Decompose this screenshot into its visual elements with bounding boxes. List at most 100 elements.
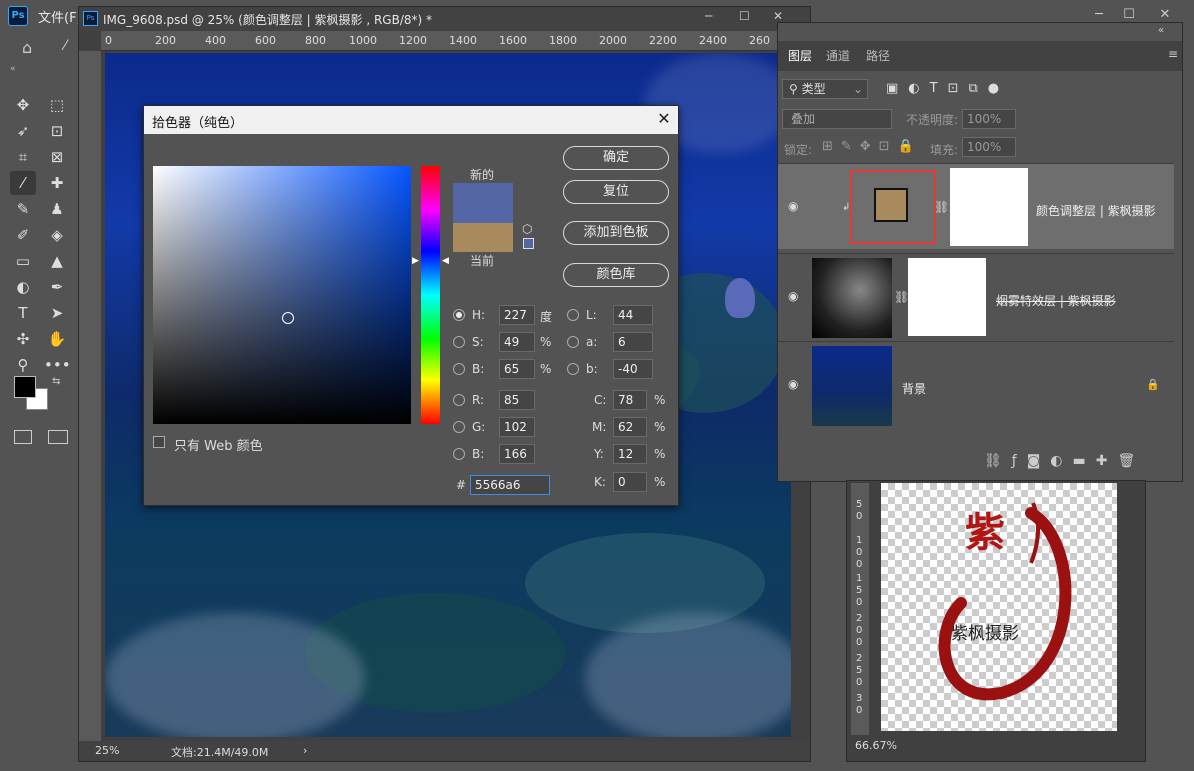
crop-tool-icon[interactable]: ⌗ [10,145,36,169]
web-safe-swatch[interactable] [523,238,534,249]
black-input[interactable]: 0 [613,472,647,492]
blur-tool-icon[interactable]: ▲ [44,249,70,273]
lab-b-input[interactable]: -40 [613,359,653,379]
visibility-eye-icon[interactable]: ◉ [788,377,798,391]
tab-layers[interactable]: 图层 [788,47,812,64]
status-menu-arrow[interactable]: › [303,744,307,757]
red-input[interactable]: 85 [499,390,535,410]
menu-file[interactable]: 文件(F) [38,7,82,26]
lab-l-input[interactable]: 44 [613,305,653,325]
radio-l[interactable] [567,309,579,321]
brightness-input[interactable]: 65 [499,359,535,379]
healing-tool-icon[interactable]: ✚ [44,171,70,195]
saturation-brightness-field[interactable] [153,166,411,424]
radio-h[interactable] [453,309,465,321]
doc-minimize-icon[interactable]: ─ [705,9,712,23]
gradient-tool-icon[interactable]: ▭ [10,249,36,273]
layer-actions-bar[interactable]: ⛓ƒ◙◐▬✚🗑 [984,453,1145,469]
visibility-eye-icon[interactable]: ◉ [788,289,798,303]
saturation-input[interactable]: 49 [499,332,535,352]
adjustment-layer-thumbnail[interactable] [874,188,908,222]
type-tool-icon[interactable]: T [10,301,36,325]
doc-maximize-icon[interactable]: ☐ [739,9,750,23]
eraser-tool-icon[interactable]: ◈ [44,223,70,247]
hue-slider-right-arrow[interactable]: ◀ [442,256,449,266]
radio-blue[interactable] [453,448,465,460]
layer-row-smoke[interactable]: ◉ ⛓ 烟雾特效层 | 紫枫摄影 [778,253,1174,339]
document-tab[interactable]: Ps IMG_9608.psd @ 25% (颜色调整层 | 紫枫摄影 , RG… [79,7,810,31]
cyan-input[interactable]: 78 [613,390,647,410]
reset-button[interactable]: 复位 [563,180,669,204]
radio-g[interactable] [453,421,465,433]
layer-name[interactable]: 颜色调整层 | 紫枫摄影 [1036,202,1156,219]
background-layer-thumbnail[interactable] [812,346,892,426]
add-to-swatches-button[interactable]: 添加到色板 [563,221,669,245]
radio-s[interactable] [453,336,465,348]
eyedropper-tool-icon[interactable]: ⁄ [10,171,36,195]
panel-collapse-icon[interactable]: « [1158,25,1164,36]
frame-tool-icon[interactable]: ⊠ [44,145,70,169]
zoom-tool-icon[interactable]: ⚲ [10,353,36,377]
green-input[interactable]: 102 [499,417,535,437]
brush-tool-icon[interactable]: ✎ [10,197,36,221]
radio-b[interactable] [453,363,465,375]
home-icon[interactable]: ⌂ [22,38,32,57]
layer-row-adjustment[interactable]: ◉ ↲ ⛓ 颜色调整层 | 紫枫摄影 [778,163,1174,249]
hue-slider-left-arrow[interactable]: ▶ [412,256,419,266]
ok-button[interactable]: 确定 [563,146,669,170]
filter-icons[interactable]: ▣◐T⊡⧉● [886,81,1009,96]
blend-mode-select[interactable]: 叠加 [782,109,892,129]
blue-input[interactable]: 166 [499,444,535,464]
tab-channels[interactable]: 通道 [826,47,850,64]
collapse-toolbox-icon[interactable]: « [10,64,16,74]
link-icon[interactable]: ⛓ [894,290,909,304]
lasso-tool-icon[interactable]: ➶ [10,119,36,143]
visibility-eye-icon[interactable]: ◉ [788,199,798,213]
more-tools-icon[interactable]: ••• [44,353,71,377]
path-select-tool-icon[interactable]: ➤ [44,301,70,325]
radio-a[interactable] [567,336,579,348]
radio-r[interactable] [453,394,465,406]
panel-menu-icon[interactable]: ≡ [1168,47,1178,61]
web-only-checkbox[interactable] [153,436,165,448]
color-cursor[interactable] [282,312,294,324]
layer-mask-thumbnail[interactable] [950,168,1028,246]
zoom-level-2[interactable]: 66.67% [855,739,897,752]
layer-name[interactable]: 烟雾特效层 | 紫枫摄影 [996,292,1116,309]
color-libraries-button[interactable]: 颜色库 [563,263,669,287]
foreground-color-swatch[interactable] [14,376,36,398]
opacity-input[interactable]: 100% [962,109,1016,129]
doc-close-icon[interactable]: ✕ [773,9,783,23]
hue-slider[interactable] [421,166,440,424]
radio-lab-b[interactable] [567,363,579,375]
magenta-input[interactable]: 62 [613,417,647,437]
fill-input[interactable]: 100% [962,137,1016,157]
marquee-tool-icon[interactable]: ⬚ [44,93,70,117]
hand-tool-icon[interactable]: ✋ [44,327,70,351]
close-icon[interactable]: ✕ [654,109,674,128]
shape-tool-icon[interactable]: ✣ [10,327,36,351]
dodge-tool-icon[interactable]: ◐ [10,275,36,299]
quick-mask-icon[interactable] [14,430,32,444]
link-icon[interactable]: ⛓ [934,200,949,214]
layer-filter-select[interactable]: ⚲ 类型 ⌄ [782,79,868,99]
pen-tool-icon[interactable]: ✒ [44,275,70,299]
hex-input[interactable]: 5566a6 [470,475,550,495]
layer-mask-thumbnail[interactable] [908,258,986,336]
current-color-swatch[interactable] [453,223,513,252]
screen-mode-icon[interactable] [48,430,68,444]
history-brush-icon[interactable]: ✐ [10,223,36,247]
yellow-input[interactable]: 12 [613,444,647,464]
smoke-layer-thumbnail[interactable] [812,258,892,338]
lab-a-input[interactable]: 6 [613,332,653,352]
object-select-tool-icon[interactable]: ⊡ [44,119,70,143]
zoom-level[interactable]: 25% [95,744,119,757]
cube-icon[interactable]: ⬡ [522,222,532,236]
swap-colors-icon[interactable]: ⇆ [52,376,60,387]
tab-paths[interactable]: 路径 [866,47,890,64]
hue-input[interactable]: 227 [499,305,535,325]
eyedropper-option-icon[interactable]: ⁄ [64,38,66,54]
lock-icons[interactable]: ⊞✎✥⊡🔒 [822,139,922,154]
layer-row-background[interactable]: ◉ 背景 🔒 [778,341,1174,427]
stamp-tool-icon[interactable]: ♟ [44,197,70,221]
